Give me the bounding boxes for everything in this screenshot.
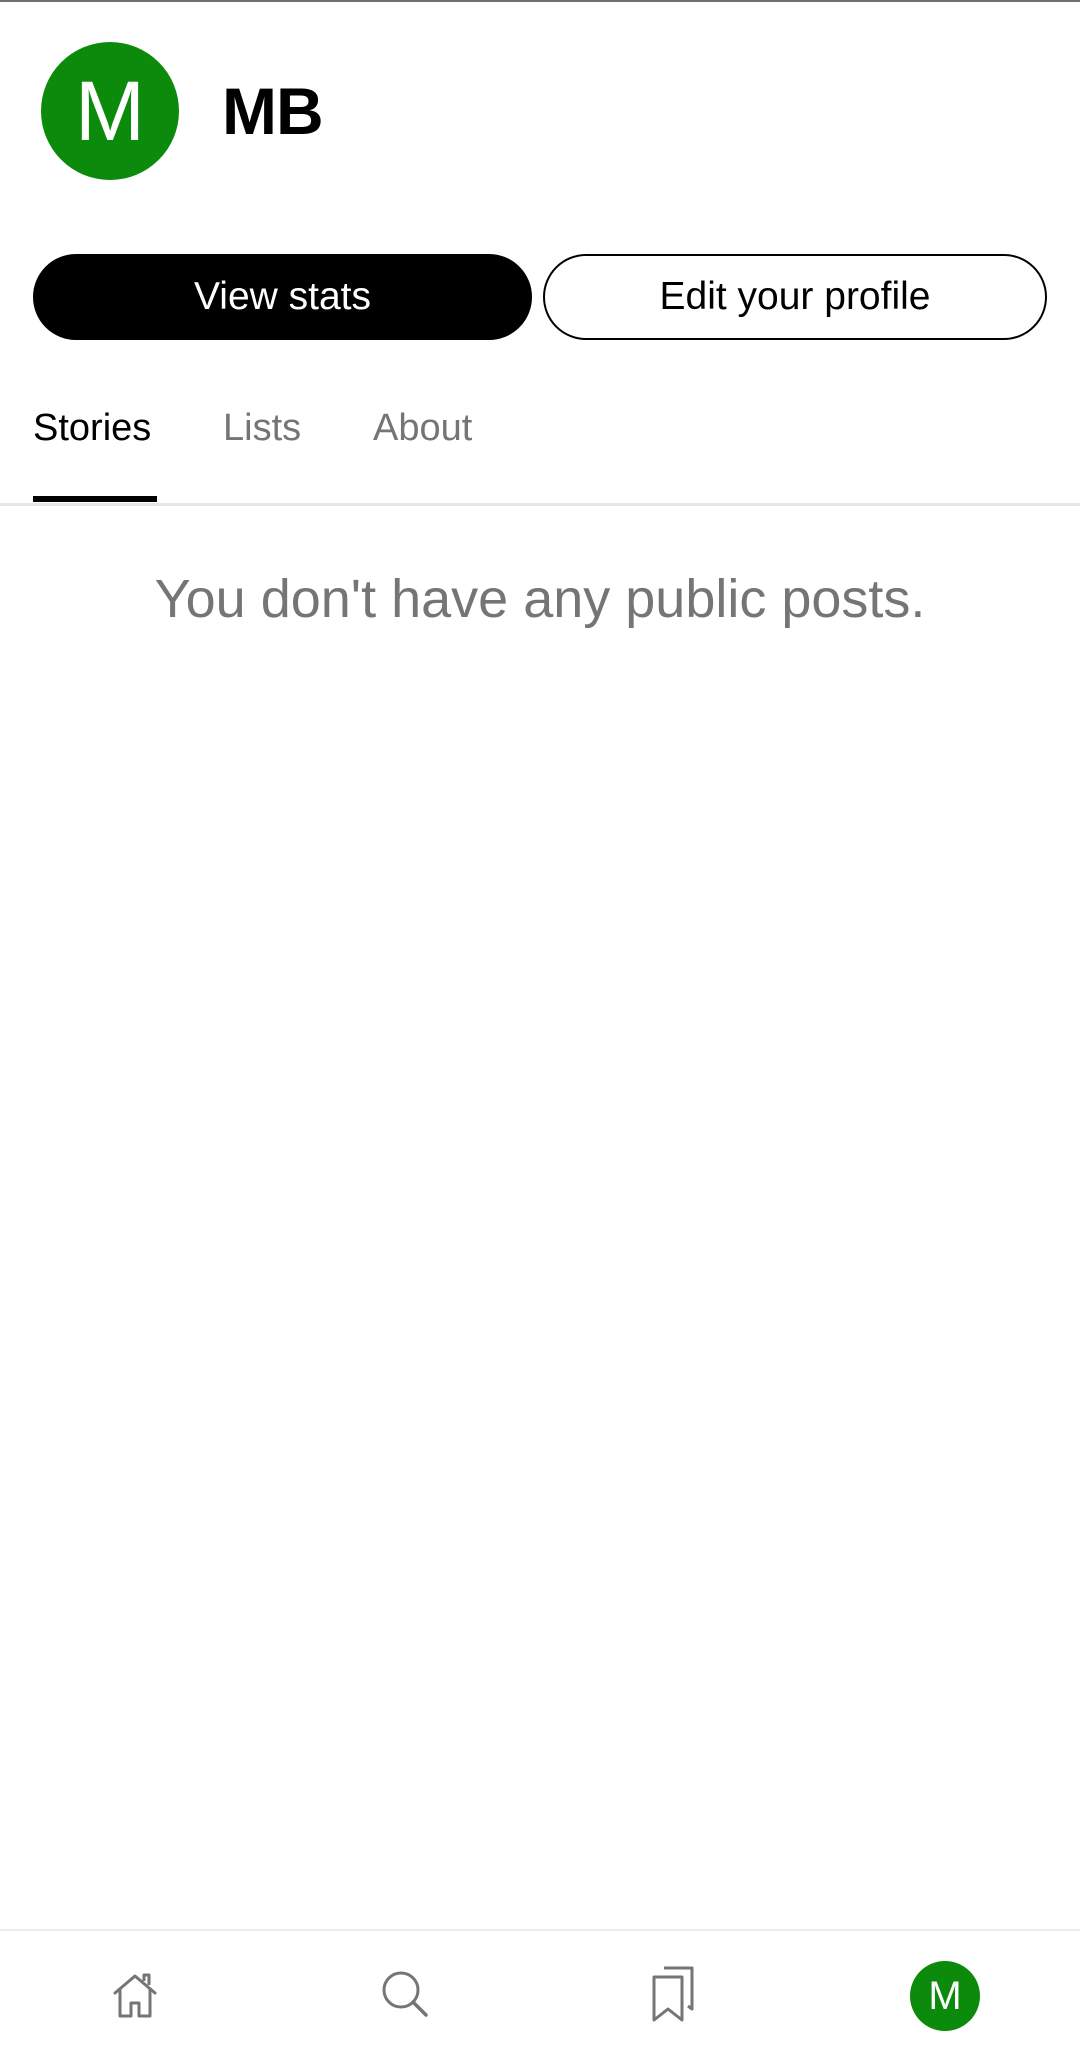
profile-avatar[interactable]: M — [41, 42, 179, 180]
profile-tabs: Stories Lists About — [0, 380, 1080, 504]
view-stats-button[interactable]: View stats — [33, 254, 532, 340]
nav-library[interactable] — [638, 1961, 708, 2031]
bookmarks-icon — [644, 1963, 702, 2030]
nav-home[interactable] — [100, 1961, 170, 2031]
profile-name: MB — [222, 74, 324, 148]
tab-stories[interactable]: Stories — [33, 406, 151, 450]
nav-profile[interactable]: M — [910, 1961, 980, 2031]
tab-lists[interactable]: Lists — [223, 406, 301, 450]
nav-search[interactable] — [370, 1961, 440, 2031]
tabs-divider — [0, 503, 1080, 506]
nav-profile-avatar: M — [910, 1961, 980, 2031]
active-tab-indicator — [33, 496, 157, 502]
bottom-navigation: M — [0, 1929, 1080, 2062]
empty-state-message: You don't have any public posts. — [154, 569, 926, 629]
tab-about[interactable]: About — [373, 406, 472, 450]
edit-profile-button[interactable]: Edit your profile — [543, 254, 1047, 340]
status-divider — [0, 0, 1080, 2]
home-icon — [106, 1965, 164, 2028]
search-icon — [377, 1966, 433, 2027]
